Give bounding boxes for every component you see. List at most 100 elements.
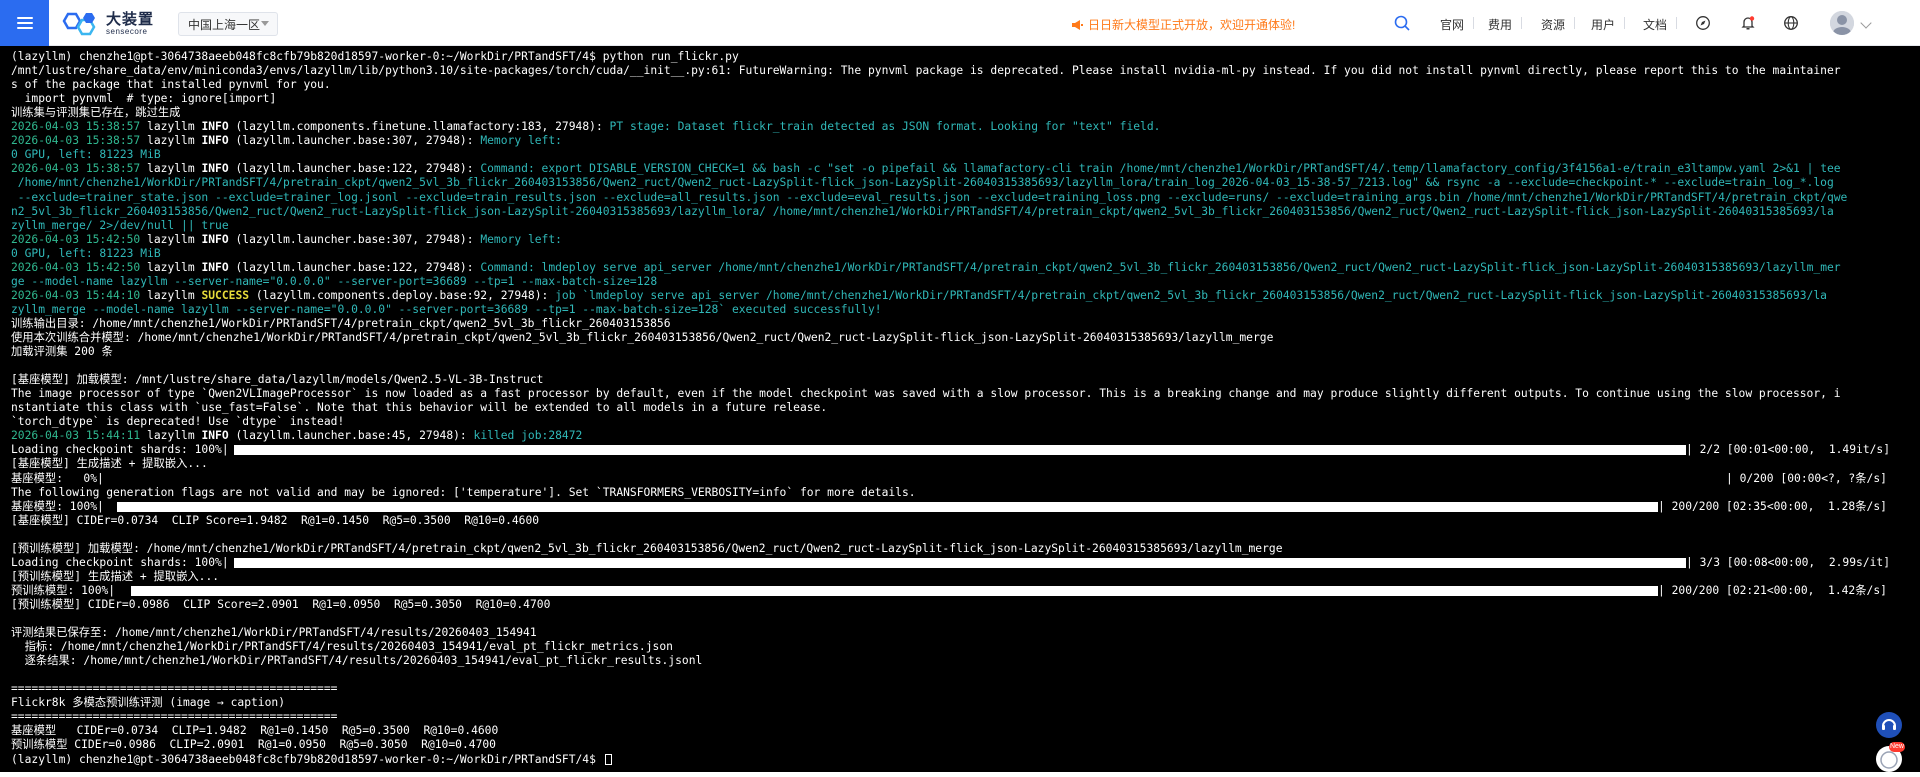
log-level: SUCCESS: [201, 288, 250, 302]
log-timestamp: 2026-04-03 15:42:50: [11, 260, 141, 274]
terminal-line: --exclude=trainer_state.json --exclude=t…: [11, 190, 1848, 205]
log-timestamp: 2026-04-03 15:44:11: [11, 429, 141, 443]
region-select[interactable]: 中国上海一区: [178, 12, 278, 36]
log-message: Memory left:: [473, 134, 562, 148]
terminal-text: Loading checkpoint shards: 100%|: [11, 443, 229, 457]
terminal-text: [基座模型] 生成描述 + 提取嵌入...: [11, 457, 208, 471]
progress-stats: | 200/200 [02:35<00:00, 1.28条/s]: [1658, 499, 1887, 513]
log-continuation: 0 GPU, left: 81223 MiB: [11, 148, 161, 162]
terminal-text: [预训练模型] 生成描述 + 提取嵌入...: [11, 569, 220, 583]
log-continuation: 0 GPU, left: 81223 MiB: [11, 246, 161, 260]
announcement-text: 日日新大模型正式开放，欢迎开通体验!: [1088, 18, 1296, 32]
nav-users[interactable]: 用户: [1591, 16, 1615, 33]
terminal-line: Flickr8k 多模态预训练评测 (image → caption): [11, 696, 285, 710]
log-timestamp: 2026-04-03 15:38:57: [11, 162, 141, 176]
progress-stats: | 200/200 [02:21<00:00, 1.42条/s]: [1658, 583, 1887, 597]
log-continuation: n2_5vl_3b_flickr_260403153856/Qwen2_ruct…: [11, 204, 1834, 218]
terminal-line: nstantiate this class with `use_fast=Fal…: [11, 401, 827, 415]
customer-service-button[interactable]: [1876, 712, 1902, 738]
terminal-line: 训练输出目录: /home/mnt/chenzhe1/WorkDir/PRTan…: [11, 317, 671, 331]
compass-icon[interactable]: [1695, 15, 1711, 31]
headset-icon: [1882, 719, 1896, 730]
terminal-text: 评测结果已保存至: /home/mnt/chenzhe1/WorkDir/PRT…: [11, 626, 537, 640]
terminal-text: 训练输出目录: /home/mnt/chenzhe1/WorkDir/PRTan…: [11, 316, 671, 330]
terminal-line: 加载评测集 200 条: [11, 345, 113, 359]
terminal-line: 训练集与评测集已存在，跳过生成: [11, 106, 180, 120]
terminal-line: n2_5vl_3b_flickr_260403153856/Qwen2_ruct…: [11, 205, 1834, 219]
log-source: (lazyllm.components.finetune.llamafactor…: [228, 120, 603, 134]
terminal-text: [基座模型] CIDEr=0.0734 CLIP Score=1.9482 R@…: [11, 513, 540, 527]
log-source: (lazyllm.components.deploy.base:92, 2794…: [249, 288, 549, 302]
terminal-line: 0 GPU, left: 81223 MiB: [11, 247, 161, 261]
log-timestamp: 2026-04-03 15:42:50: [11, 232, 141, 246]
terminal-text: 加载评测集 200 条: [11, 345, 113, 359]
log-message: killed job:28472: [466, 429, 583, 443]
terminal-text: (lazyllm) chenzhe1@pt-3064738aeeb048fc8c…: [11, 752, 603, 766]
nav-docs[interactable]: 文档: [1643, 16, 1667, 33]
terminal-line: 评测结果已保存至: /home/mnt/chenzhe1/WorkDir/PRT…: [11, 626, 537, 640]
terminal-line: [基座模型] CIDEr=0.0734 CLIP Score=1.9482 R@…: [11, 514, 539, 528]
terminal-line: 逐条结果: /home/mnt/chenzhe1/WorkDir/PRTandS…: [11, 654, 703, 668]
terminal-line: 2026-04-03 15:38:57 lazyllm INFO (lazyll…: [11, 120, 1161, 134]
bell-icon[interactable]: [1740, 15, 1756, 31]
new-badge: New: [1889, 742, 1905, 752]
terminal-text: 基座模型 CIDEr=0.0734 CLIP=1.9482 R@1=0.1450…: [11, 724, 499, 738]
terminal-text: [基座模型] 加载模型: /mnt/lustre/share_data/lazy…: [11, 373, 544, 387]
chevron-down-icon: [261, 21, 269, 26]
log-source: (lazyllm.launcher.base:122, 27948):: [228, 260, 474, 274]
menu-button[interactable]: [0, 0, 49, 46]
terminal-text: 基座模型: 0%|: [11, 471, 104, 485]
terminal-text: 使用本次训练合并模型: /home/mnt/chenzhe1/WorkDir/P…: [11, 331, 1274, 344]
progress-bar-fill: [117, 501, 1658, 512]
log-level: INFO: [201, 429, 229, 443]
terminal-line: 2026-04-03 15:44:11 lazyllm INFO (lazyll…: [11, 429, 583, 443]
terminal-text: Loading checkpoint shards: 100%|: [11, 555, 229, 569]
chevron-down-icon[interactable]: [1860, 17, 1872, 29]
progress-stats: | 3/3 [00:08<00:00, 2.99s/it]: [1686, 555, 1891, 569]
announcement-banner[interactable]: 日日新大模型正式开放，欢迎开通体验!: [1071, 16, 1295, 33]
terminal-line: import pynvml # type: ignore[import]: [11, 92, 277, 106]
terminal-line: 0 GPU, left: 81223 MiB: [11, 148, 161, 162]
terminal-line: s of the package that installed pynvml f…: [11, 78, 331, 92]
terminal-line: [基座模型] 生成描述 + 提取嵌入...: [11, 457, 208, 471]
terminal-line: `torch_dtype` is deprecated! Use `dtype`…: [11, 415, 344, 429]
terminal-text: s of the package that installed pynvml f…: [11, 78, 331, 92]
terminal-output[interactable]: (lazyllm) chenzhe1@pt-3064738aeeb048fc8c…: [0, 46, 1920, 772]
log-level: INFO: [201, 260, 229, 274]
user-avatar-icon: [1830, 11, 1854, 35]
terminal-text: 基座模型: 100%|: [11, 499, 104, 513]
terminal-line: 基座模型: 0%|: [11, 472, 104, 486]
nav-divider: [1521, 17, 1522, 29]
terminal-line: /mnt/lustre/share_data/env/miniconda3/en…: [11, 64, 1841, 78]
nav-divider: [1676, 17, 1677, 29]
nav-official-site[interactable]: 官网: [1440, 16, 1464, 33]
log-message: Command: lmdeploy serve api_server /home…: [473, 260, 1841, 274]
log-message: job `lmdeploy serve api_server /home/mnt…: [548, 288, 1827, 302]
terminal-line: 预训练模型: 100%|: [11, 584, 115, 598]
brand-logo[interactable]: 大装置 sensecore: [62, 11, 154, 37]
nav-resources[interactable]: 资源: [1541, 16, 1565, 33]
nav-billing[interactable]: 费用: [1488, 16, 1512, 33]
terminal-line: ge --model-name lazyllm --server-name="0…: [11, 275, 657, 289]
terminal-text: The following generation flags are not v…: [11, 485, 916, 499]
terminal-line: Loading checkpoint shards: 100%|: [11, 556, 229, 570]
terminal-line: (lazyllm) chenzhe1@pt-3064738aeeb048fc8c…: [11, 50, 739, 64]
terminal-text: ========================================…: [11, 710, 338, 724]
progress-stats: | 2/2 [00:01<00:00, 1.49it/s]: [1686, 443, 1891, 457]
terminal-line: 2026-04-03 15:38:57 lazyllm INFO (lazyll…: [11, 162, 1841, 176]
progress-bar-fill: [234, 557, 1686, 568]
progress-bar-fill: [234, 445, 1686, 456]
log-continuation: --exclude=trainer_state.json --exclude=t…: [11, 190, 1848, 204]
log-level: INFO: [201, 134, 229, 148]
avatar[interactable]: [1830, 11, 1854, 35]
log-timestamp: 2026-04-03 15:38:57: [11, 134, 141, 148]
terminal-text: The image processor of type `Qwen2VLImag…: [11, 387, 1841, 401]
terminal-text: Flickr8k 多模态预训练评测 (image → caption): [11, 696, 286, 710]
terminal-text: 逐条结果: /home/mnt/chenzhe1/WorkDir/PRTandS…: [11, 654, 703, 668]
globe-icon[interactable]: [1783, 15, 1799, 31]
search-icon[interactable]: [1393, 14, 1411, 32]
terminal-line: 2026-04-03 15:42:50 lazyllm INFO (lazyll…: [11, 232, 562, 246]
log-continuation: zyllm_merge/ 2>/dev/null || true: [11, 218, 229, 232]
megaphone-icon: [1072, 19, 1083, 30]
log-timestamp: 2026-04-03 15:38:57: [11, 120, 141, 134]
